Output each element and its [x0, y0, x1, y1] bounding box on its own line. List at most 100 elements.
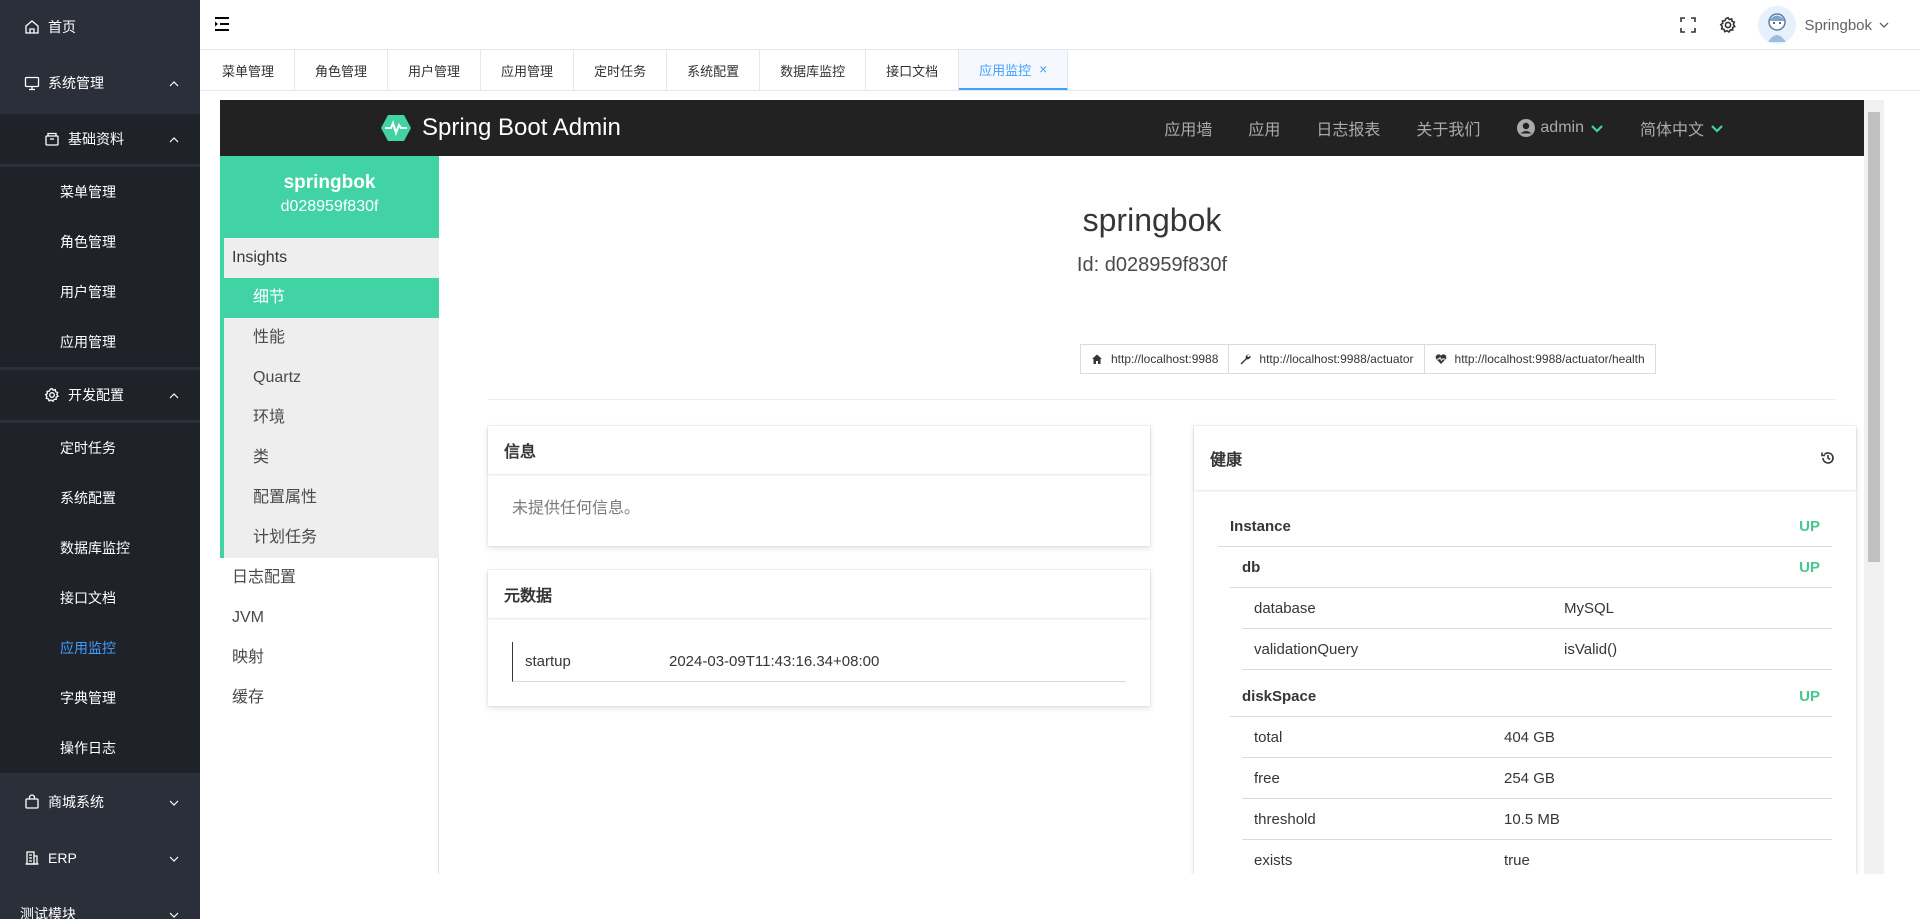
link-actuator[interactable]: http://localhost:9988/actuator — [1228, 344, 1425, 374]
metadata-row: startup 2024-03-09T11:43:16.34+08:00 — [512, 642, 1126, 682]
tab-label: 应用监控 — [979, 62, 1032, 78]
sidebar-item-home[interactable]: 首页 — [0, 2, 200, 52]
monitor-icon — [24, 75, 40, 91]
sidebar-item-apidoc[interactable]: 接口文档 — [0, 573, 200, 623]
sba-brand[interactable]: Spring Boot Admin — [380, 112, 621, 144]
tab-role[interactable]: 角色管理 — [295, 50, 389, 90]
sba-menu-about[interactable]: 关于我们 — [1416, 116, 1480, 140]
sba-menu-applications[interactable]: 应用 — [1248, 116, 1280, 140]
tab-app[interactable]: 应用管理 — [481, 50, 575, 90]
sba-menu-label: 关于我们 — [1416, 122, 1481, 139]
sidebar-item-role[interactable]: 角色管理 — [0, 217, 200, 267]
sba-side-mappings[interactable]: 映射 — [220, 638, 438, 678]
tab-label: 定时任务 — [594, 63, 647, 79]
insights-item-scheduled[interactable]: 计划任务 — [224, 518, 439, 558]
metadata-value: 2024-03-09T11:43:16.34+08:00 — [669, 653, 880, 670]
tab-apidoc[interactable]: 接口文档 — [866, 50, 960, 90]
insights-item-beans[interactable]: 类 — [224, 438, 439, 478]
health-detail-value: 254 GB — [1504, 769, 1555, 787]
sidebar-item-label: 首页 — [48, 19, 76, 35]
sidebar-item-oplog[interactable]: 操作日志 — [0, 723, 200, 773]
sidebar-item-label: ERP — [48, 850, 77, 866]
sba-side-jvm[interactable]: JVM — [220, 598, 438, 638]
health-table: Instance UP db UP database MySQL validat… — [1218, 506, 1832, 874]
sba-app-header: springbok d028959f830f — [220, 156, 439, 238]
insights-title[interactable]: Insights — [224, 238, 439, 278]
avatar — [1758, 6, 1797, 44]
sidebar-item-label: 接口文档 — [60, 590, 116, 606]
health-detail-key: validationQuery — [1254, 640, 1359, 658]
top-header: Springbok — [200, 0, 1920, 50]
sidebar-item-label: 商城系统 — [48, 794, 104, 810]
username: Springbok — [1804, 16, 1872, 34]
health-detail-value: isValid() — [1564, 640, 1618, 658]
fullscreen-icon[interactable] — [1678, 15, 1698, 35]
health-key: db — [1242, 558, 1261, 576]
sidebar-item-sysconfig[interactable]: 系统配置 — [0, 473, 200, 523]
hamburger-icon[interactable] — [212, 14, 232, 34]
sidebar-item-label: 基础资料 — [68, 131, 124, 147]
sidebar-item-label: 数据库监控 — [60, 540, 130, 556]
insights-item-env[interactable]: 环境 — [224, 398, 439, 438]
link-health[interactable]: http://localhost:9988/actuator/health — [1423, 344, 1656, 374]
insights-item-configprops[interactable]: 配置属性 — [224, 478, 439, 518]
health-detail-row: validationQuery isValid() — [1242, 629, 1832, 670]
sidebar-item-test[interactable]: 测试模块 — [0, 889, 200, 919]
link-home[interactable]: http://localhost:9988 — [1080, 344, 1230, 374]
health-card-header: 健康 — [1194, 426, 1856, 490]
sba-language-menu[interactable]: 简体中文 — [1640, 116, 1724, 140]
chevron-up-icon — [168, 389, 180, 401]
chevron-down-icon — [168, 796, 180, 808]
insights-item-metrics[interactable]: 性能 — [224, 318, 439, 358]
sidebar-item-system[interactable]: 系统管理 — [0, 58, 200, 108]
sidebar-item-dbmonitor[interactable]: 数据库监控 — [0, 523, 200, 573]
sba-menu-journal[interactable]: 日志报表 — [1316, 116, 1380, 140]
sidebar-item-app[interactable]: 应用管理 — [0, 317, 200, 367]
sidebar-item-basic[interactable]: 基础资料 — [0, 114, 200, 164]
sidebar-item-mall[interactable]: 商城系统 — [0, 777, 200, 827]
sba-user-menu[interactable]: admin — [1516, 118, 1604, 138]
tab-dbmonitor[interactable]: 数据库监控 — [760, 50, 867, 90]
sidebar-item-dict[interactable]: 字典管理 — [0, 673, 200, 723]
sidebar-item-cron[interactable]: 定时任务 — [0, 423, 200, 473]
home-icon — [24, 19, 40, 35]
scrollbar-thumb[interactable] — [1868, 112, 1880, 562]
history-icon[interactable] — [1820, 450, 1836, 466]
sidebar-item-erp[interactable]: ERP — [0, 833, 200, 883]
sba-navbar: Spring Boot Admin 应用墙 应用 日志报表 关于我们 admin… — [220, 100, 1884, 156]
sba-menu-wallboard[interactable]: 应用墙 — [1164, 116, 1212, 140]
frame-scrollbar[interactable] — [1864, 100, 1884, 874]
tab-cron[interactable]: 定时任务 — [574, 50, 668, 90]
sba-side-loggers[interactable]: 日志配置 — [220, 558, 438, 598]
tab-menu[interactable]: 菜单管理 — [202, 50, 296, 90]
instance-id: Id: d028959f830f — [1076, 254, 1228, 276]
chevron-down-icon — [168, 908, 180, 919]
insights-item-details[interactable]: 细节 — [224, 278, 439, 318]
tab-appmonitor[interactable]: 应用监控 × — [959, 50, 1069, 90]
instance-links: http://localhost:9988 http://localhost:9… — [1080, 344, 1656, 374]
health-detail-row: total 404 GB — [1242, 717, 1832, 758]
wrench-icon — [1240, 354, 1252, 365]
insights-group: Insights 细节 性能 Quartz 环境 类 配置属性 计划任务 — [220, 238, 439, 558]
tab-sysconfig[interactable]: 系统配置 — [667, 50, 761, 90]
settings-icon[interactable] — [1718, 15, 1738, 35]
tab-user[interactable]: 用户管理 — [388, 50, 482, 90]
sba-side-caches[interactable]: 缓存 — [220, 678, 438, 718]
insights-item-quartz[interactable]: Quartz — [224, 358, 439, 398]
sba-menu-label: 应用 — [1248, 122, 1281, 139]
close-icon[interactable]: × — [1039, 61, 1047, 77]
sidebar-item-label: 应用监控 — [60, 640, 116, 656]
sidebar-item-user[interactable]: 用户管理 — [0, 267, 200, 317]
health-row-diskspace: diskSpace UP — [1230, 676, 1832, 717]
user-menu[interactable]: Springbok — [1758, 6, 1890, 44]
health-card: 健康 Instance UP db UP database MySQL vali… — [1194, 426, 1856, 874]
health-detail-row: database MySQL — [1242, 588, 1832, 629]
tab-label: 菜单管理 — [222, 63, 275, 79]
health-key: diskSpace — [1242, 687, 1317, 705]
info-card-title: 信息 — [488, 426, 1150, 474]
status-badge: UP — [1799, 558, 1820, 576]
sidebar-item-appmonitor[interactable]: 应用监控 — [0, 623, 200, 673]
chevron-down-icon — [1711, 125, 1723, 133]
sidebar-item-devconfig[interactable]: 开发配置 — [0, 370, 200, 420]
sidebar-item-menu[interactable]: 菜单管理 — [0, 167, 200, 217]
